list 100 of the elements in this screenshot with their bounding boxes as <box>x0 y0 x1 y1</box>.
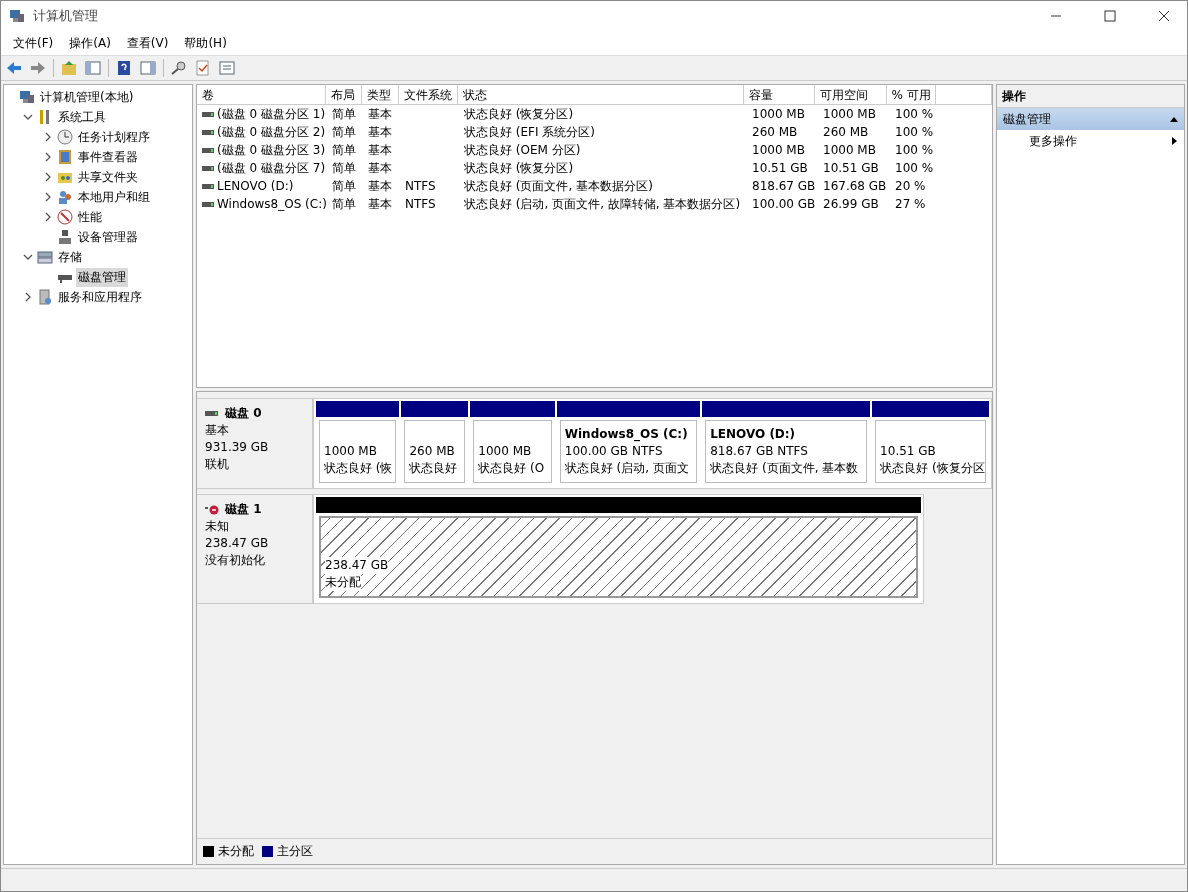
folder-up-icon[interactable] <box>60 59 78 77</box>
forward-arrow-icon[interactable] <box>29 59 47 77</box>
column-header[interactable]: 类型 <box>362 85 399 105</box>
tree-item[interactable]: 共享文件夹 <box>76 167 140 187</box>
table-cell-text: 818.67 GB <box>752 178 816 195</box>
clock-icon <box>57 129 73 145</box>
column-header[interactable]: 卷 <box>197 85 327 105</box>
table-cell-text: 26.99 GB <box>823 196 879 213</box>
table-cell-text: 基本 <box>368 160 392 177</box>
menu-item[interactable]: 文件(F) <box>5 34 62 52</box>
device-icon <box>57 229 73 245</box>
partition-block[interactable]: 260 MB 状态良好 <box>401 401 469 486</box>
perf-icon <box>57 209 73 225</box>
table-cell-text: 简单 <box>332 142 356 159</box>
table-cell-text: 状态良好 (页面文件, 基本数据分区) <box>464 178 653 195</box>
column-header[interactable]: % 可用 <box>886 85 937 105</box>
table-cell-text: 1000 MB <box>752 106 805 123</box>
table-cell-text: 状态良好 (启动, 页面文件, 故障转储, 基本数据分区) <box>464 196 741 213</box>
table-cell-text: 简单 <box>332 178 356 195</box>
column-header[interactable]: 容量 <box>744 85 815 105</box>
computer-icon <box>9 8 25 24</box>
table-cell-text: 1000 MB <box>823 142 876 159</box>
table-cell-text: (磁盘 0 磁盘分区 3) <box>217 142 326 159</box>
volume-icon <box>202 129 214 135</box>
magnifier-icon[interactable] <box>170 59 188 77</box>
services-icon <box>37 289 53 305</box>
tree-item[interactable]: 设备管理器 <box>76 227 140 247</box>
partition-block[interactable]: 1000 MB 状态良好 (恢 <box>316 401 400 486</box>
disk-name: 磁盘 0 <box>225 405 262 422</box>
partition-block[interactable]: Windows8_OS (C:) 100.00 GB NTFS 状态良好 (启动, 页面文 <box>556 401 701 486</box>
actions-header: 操作 <box>997 85 1184 108</box>
menu-item[interactable]: 帮助(H) <box>176 34 235 52</box>
table-cell-text: NTFS <box>405 178 436 195</box>
table-cell-text: 260 MB <box>752 124 798 141</box>
menu-item[interactable]: 操作(A) <box>61 34 119 52</box>
partition-block[interactable]: 10.51 GB 状态良好 (恢复分区 <box>872 401 989 486</box>
volume-icon <box>202 183 214 189</box>
users-icon <box>57 189 73 205</box>
partition-size: 238.47 GB <box>325 557 389 574</box>
table-cell-text: Windows8_OS (C:) <box>217 196 327 213</box>
partition-status: 状态良好 (恢 <box>324 460 393 477</box>
table-cell-text: 状态良好 (EFI 系统分区) <box>464 124 595 141</box>
table-cell-text: 10.51 GB <box>752 160 808 177</box>
table-cell-text: 10.51 GB <box>823 160 879 177</box>
disk-size: 931.39 GB <box>205 439 270 456</box>
tree-item[interactable]: 计算机管理(本地) <box>38 87 136 107</box>
disk-size: 238.47 GB <box>205 535 270 552</box>
table-cell-text: 100 % <box>895 124 934 141</box>
tree-item[interactable]: 事件查看器 <box>76 147 140 167</box>
table-cell-text: 基本 <box>368 178 392 195</box>
disk-type: 未知 <box>205 518 230 535</box>
volume-icon <box>202 111 214 117</box>
disk-status: 没有初始化 <box>205 552 266 569</box>
column-header[interactable]: 文件系统 <box>399 85 458 105</box>
column-header[interactable]: 状态 <box>457 85 745 105</box>
table-cell-text: 100 % <box>895 160 934 177</box>
table-cell-text: 基本 <box>368 196 392 213</box>
table-cell-text: 简单 <box>332 160 356 177</box>
partition-status: 状态良好 (O <box>478 460 545 477</box>
tree-item[interactable]: 系统工具 <box>56 107 108 127</box>
section-title: 磁盘管理 <box>1003 110 1051 128</box>
help-icon[interactable] <box>115 59 133 77</box>
log-icon <box>57 149 73 165</box>
partition-block[interactable]: LENOVO (D:) 818.67 GB NTFS 状态良好 (页面文件, 基本数 <box>702 401 871 486</box>
tree-item[interactable]: 存储 <box>56 247 84 267</box>
table-cell-text: 简单 <box>332 106 356 123</box>
back-arrow-icon[interactable] <box>5 59 23 77</box>
column-header[interactable]: 布局 <box>326 85 363 105</box>
column-header[interactable]: 可用空间 <box>814 85 887 105</box>
close-icon[interactable] <box>1158 10 1170 22</box>
partition-status: 未分配 <box>325 574 361 591</box>
volume-icon <box>202 165 214 171</box>
disk-type: 基本 <box>205 422 230 439</box>
actions-section[interactable]: 磁盘管理 <box>997 108 1184 130</box>
disk-error-icon <box>205 504 219 515</box>
disk-info-panel[interactable]: 磁盘 1 未知 238.47 GB 没有初始化 <box>197 494 313 604</box>
table-cell-text: LENOVO (D:) <box>217 178 294 195</box>
table-cell-text: 状态良好 (恢复分区) <box>464 160 574 177</box>
tree-item[interactable]: 任务计划程序 <box>76 127 152 147</box>
disk-info-panel[interactable]: 磁盘 0 基本 931.39 GB 联机 <box>197 398 313 489</box>
checklist-icon[interactable] <box>194 59 212 77</box>
partition-block[interactable]: 238.47 GB 未分配 <box>316 497 921 601</box>
window-title: 计算机管理 <box>33 7 99 25</box>
table-cell-text: 260 MB <box>823 124 869 141</box>
tree-item[interactable]: 性能 <box>76 207 104 227</box>
legend-label: 未分配 <box>218 843 254 860</box>
table-cell-text: 100 % <box>895 106 934 123</box>
table-cell-text: 100 % <box>895 142 934 159</box>
table-cell-text: 状态良好 (恢复分区) <box>464 106 574 123</box>
partition-title: LENOVO (D:) <box>710 426 797 443</box>
partition-status: 状态良好 (页面文件, 基本数 <box>710 460 859 477</box>
tree-item[interactable]: 本地用户和组 <box>76 187 152 207</box>
maximize-icon[interactable] <box>1104 10 1116 22</box>
menu-item[interactable]: 查看(V) <box>118 34 177 52</box>
partition-block[interactable]: 1000 MB 状态良好 (O <box>470 401 555 486</box>
partition-color-bar <box>401 401 469 417</box>
tree-item[interactable]: 服务和应用程序 <box>56 287 144 307</box>
action-item[interactable]: 更多操作 <box>997 130 1184 152</box>
table-cell-text: 基本 <box>368 124 392 141</box>
tree-item[interactable]: 磁盘管理 <box>76 267 128 287</box>
